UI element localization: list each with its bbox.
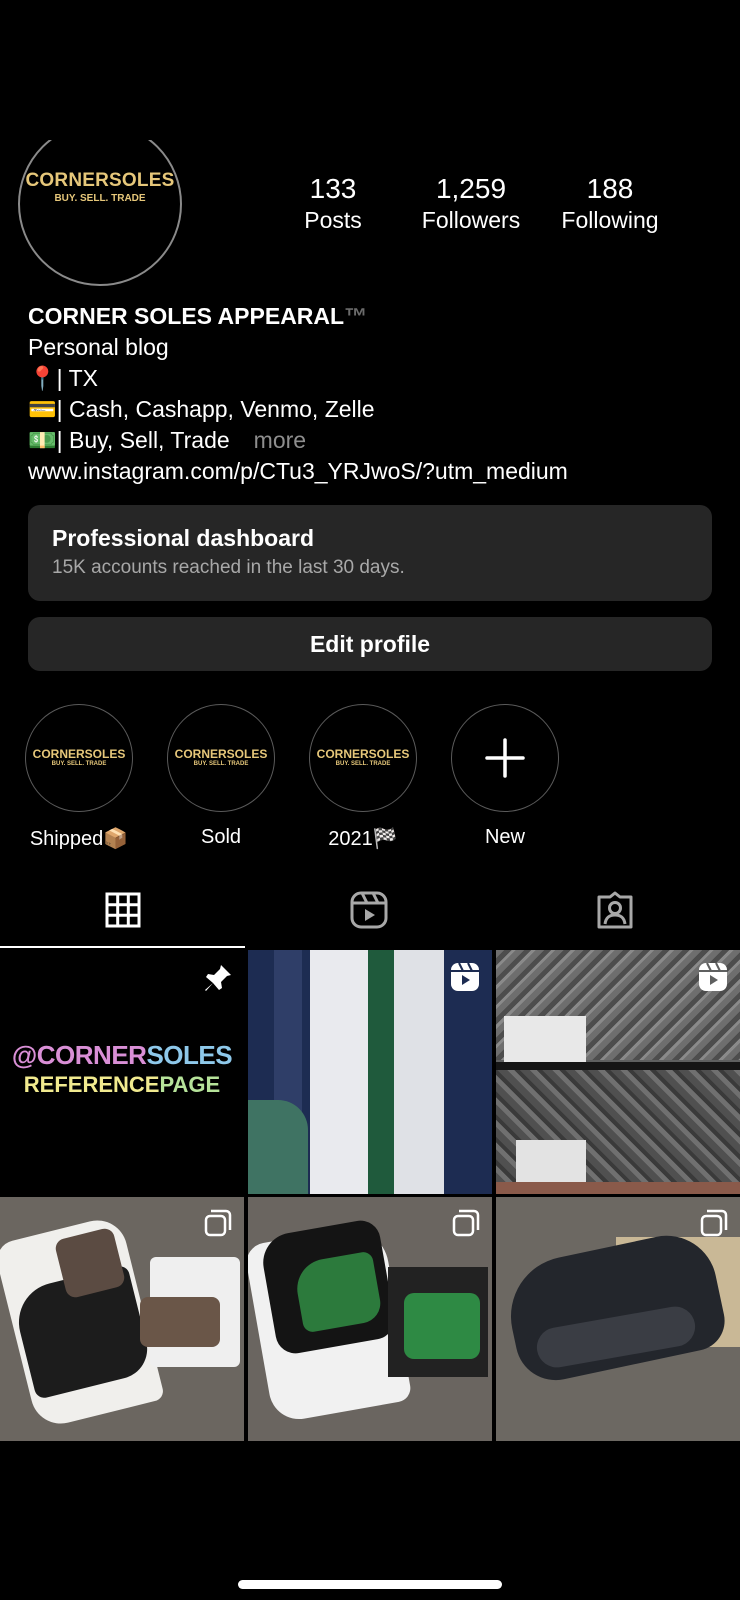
highlight-shipped[interactable]: CORNERSOLES BUY. SELL. TRADE Shipped📦 [24,704,134,851]
reel-icon [699,962,727,991]
post-reel-laces[interactable] [248,950,492,1194]
grid-icon [105,892,141,928]
bio-line-location: 📍| TX [28,365,98,391]
posts-count-label: Posts [304,207,362,233]
tagged-icon [597,891,633,929]
followers-count-label: Followers [421,207,521,233]
profile-bio: CORNER SOLES APPEARAL™ Personal blog 📍| … [28,301,568,487]
highlight-logo-tagline: BUY. SELL. TRADE [335,761,391,767]
tab-tagged[interactable] [492,872,738,948]
highlight-label: New [484,826,525,848]
highlight-cover: CORNERSOLES BUY. SELL. TRADE [25,704,133,812]
following-count-value: 188 [586,173,634,204]
profile-name: CORNER SOLES APPEARAL [28,303,345,329]
reference-line-2: REFERENCEPAGE [0,1072,244,1098]
highlight-label: 2021🏁 [328,828,398,850]
photo-white-panel [394,950,444,1194]
new-highlight-circle [451,704,559,812]
pin-icon [205,965,231,991]
profile-category: Personal blog [28,334,169,360]
photo-box-gap [496,1062,740,1070]
post-carousel-dark-mocha[interactable] [0,1197,244,1441]
bio-line-buysell: 💵| Buy, Sell, Trade [28,427,230,453]
reference-corner: CORNER [36,1040,147,1070]
photo-white-panel [310,950,368,1194]
carousel-icon [204,1209,232,1237]
followers-count-value: 1,259 [435,173,507,204]
edit-profile-button[interactable]: Edit profile [28,617,712,671]
home-indicator[interactable] [238,1580,502,1589]
photo-shoe-mocha [140,1297,220,1347]
tab-grid[interactable] [0,872,246,948]
photo-shoe-black [499,1226,731,1388]
edit-profile-label: Edit profile [309,631,431,657]
professional-dashboard-button[interactable]: Professional dashboard 15K accounts reac… [28,505,712,601]
highlight-cover: CORNERSOLES BUY. SELL. TRADE [167,704,275,812]
highlight-logo-text: CORNERSOLES [174,747,268,761]
photo-green-laces [368,950,394,1194]
avatar-logo-tagline: BUY. SELL. TRADE [54,193,146,204]
bio-line-payment: 💳| Cash, Cashapp, Venmo, Zelle [28,396,375,422]
post-pinned-reference[interactable]: @CORNERSOLES REFERENCEPAGE [0,950,244,1194]
photo-box-label [504,1016,586,1068]
highlight-2021[interactable]: CORNERSOLES BUY. SELL. TRADE 2021🏁 [308,704,418,851]
bio-more-link[interactable]: more [254,427,306,453]
following-count-label: Following [561,207,659,233]
highlight-logo-tagline: BUY. SELL. TRADE [193,761,249,767]
photo-box-label [516,1140,586,1182]
highlight-sold[interactable]: CORNERSOLES BUY. SELL. TRADE Sold [166,704,276,849]
reference-page: PAGE [159,1072,221,1097]
post-carousel-yeezy[interactable] [496,1197,740,1441]
profile-link[interactable]: www.instagram.com/p/CTu3_YRJwoS/?utm_med… [28,456,568,487]
following-count[interactable]: 188 Following [545,173,675,235]
carousel-icon [452,1209,480,1237]
post-reel-shoeboxes[interactable] [496,950,740,1194]
highlight-logo-text: CORNERSOLES [32,747,126,761]
trademark-symbol: ™ [344,303,368,329]
reels-icon [350,891,388,929]
profile-avatar[interactable]: CORNERSOLES BUY. SELL. TRADE [18,140,184,288]
avatar-logo-text: CORNERSOLES [25,170,175,191]
dashboard-subtitle: 15K accounts reached in the last 30 days… [52,557,405,578]
followers-count[interactable]: 1,259 Followers [406,173,536,235]
reference-reference: REFERENCE [23,1072,160,1097]
plus-icon [485,738,525,778]
post-carousel-pine-green[interactable] [248,1197,492,1441]
reference-line-1: @CORNERSOLES [0,1040,244,1071]
active-tab-indicator [0,946,245,948]
highlight-new[interactable]: New [450,704,560,849]
highlight-cover: CORNERSOLES BUY. SELL. TRADE [309,704,417,812]
reference-at: @ [11,1040,37,1070]
dashboard-title: Professional dashboard [52,525,315,551]
photo-shoe-green [404,1293,480,1359]
highlight-label: Sold [200,826,242,848]
highlight-logo-tagline: BUY. SELL. TRADE [51,761,107,767]
reel-icon [451,962,479,991]
carousel-icon [700,1209,728,1237]
photo-green-shape [248,1100,308,1194]
posts-count[interactable]: 133 Posts [268,173,398,235]
photo-floor [496,1182,740,1194]
tab-reels[interactable] [246,872,492,948]
highlight-logo-text: CORNERSOLES [316,747,410,761]
posts-count-value: 133 [309,173,357,204]
reference-soles: SOLES [146,1040,233,1070]
highlight-label: Shipped📦 [29,828,129,850]
